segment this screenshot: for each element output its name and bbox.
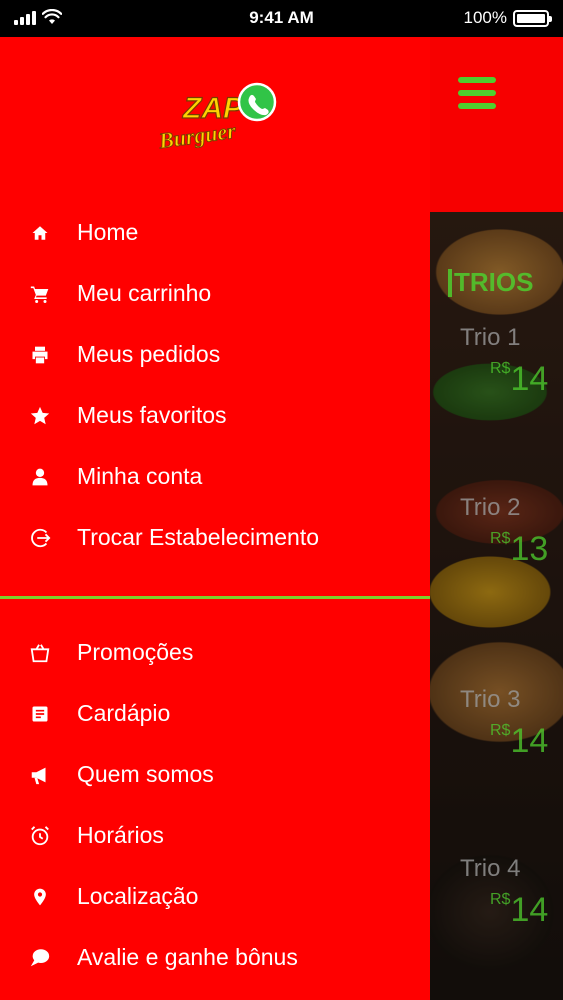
menu-item-label: Trocar Estabelecimento [77, 524, 320, 550]
menu-item-label: Avalie e ganhe bônus [77, 944, 298, 970]
background-app: TRIOS Trio 1 R$14 Trio 2 R$13 Trio 3 R$1… [430, 37, 563, 1000]
menu-item-label: Horários [77, 822, 164, 848]
star-icon [28, 404, 52, 428]
menu-item-label: Localização [77, 883, 199, 909]
product-name: Trio 2 [460, 494, 521, 521]
product-name: Trio 3 [460, 686, 521, 713]
menu-item-about[interactable]: Quem somos [0, 744, 430, 805]
menu-item-label: Cardápio [77, 700, 171, 726]
menu-divider [0, 596, 430, 599]
shopping-bag-icon [28, 641, 52, 665]
menu-item-account[interactable]: Minha conta [0, 446, 430, 507]
menu-item-promotions[interactable]: Promoções [0, 622, 430, 683]
menu-item-home[interactable]: Home [0, 202, 430, 263]
menu-item-label: Home [77, 219, 139, 245]
menu-item-hours[interactable]: Horários [0, 805, 430, 866]
location-pin-icon [28, 885, 52, 909]
menu-item-label: Meus favoritos [77, 402, 227, 428]
product-price: R$14 [490, 891, 549, 929]
burger-photo: TRIOS Trio 1 R$14 Trio 2 R$13 Trio 3 R$1… [430, 212, 563, 1000]
menu-item-change-store[interactable]: Trocar Estabelecimento [0, 507, 430, 568]
megaphone-icon [28, 763, 52, 787]
menu-item-menu[interactable]: Cardápio [0, 683, 430, 744]
menu-item-favorites[interactable]: Meus favoritos [0, 385, 430, 446]
chat-bubble-icon [28, 946, 52, 970]
home-icon [28, 221, 52, 245]
product-price: R$13 [490, 530, 549, 568]
section-title: TRIOS [447, 267, 534, 297]
zap-burguer-logo: ZAP Burguer [156, 82, 277, 152]
hamburger-menu-icon[interactable] [458, 77, 496, 109]
menu-item-review[interactable]: Avalie e ganhe bônus [0, 927, 430, 988]
alarm-clock-icon [28, 824, 52, 848]
product-item[interactable]: Trio 2 R$13 [460, 494, 548, 569]
person-icon [28, 465, 52, 489]
battery-icon [513, 10, 552, 27]
navigation-drawer: ZAP Burguer Home Meu carrinho Meus pedid… [0, 37, 430, 1000]
exit-icon [28, 526, 52, 550]
printer-icon [28, 343, 52, 367]
menu-item-label: Meus pedidos [77, 341, 221, 367]
product-price: R$14 [490, 722, 549, 760]
menu-item-label: Promoções [77, 639, 194, 665]
cart-icon [28, 282, 52, 306]
menu-item-orders[interactable]: Meus pedidos [0, 324, 430, 385]
menu-item-label: Minha conta [77, 463, 203, 489]
product-price: R$14 [490, 360, 549, 398]
product-item[interactable]: Trio 3 R$14 [460, 686, 548, 761]
product-name: Trio 4 [460, 855, 521, 882]
svg-text:Burguer: Burguer [156, 118, 237, 152]
menu-item-location[interactable]: Localização [0, 866, 430, 927]
menu-item-cart[interactable]: Meu carrinho [0, 263, 430, 324]
product-item[interactable]: Trio 4 R$14 [460, 855, 548, 930]
app-header [430, 37, 563, 212]
secondary-menu: Promoções Cardápio Quem somos Horários L… [0, 622, 430, 988]
menu-item-label: Meu carrinho [77, 280, 212, 306]
document-icon [28, 702, 52, 726]
product-item[interactable]: Trio 1 R$14 [460, 324, 548, 399]
primary-menu: Home Meu carrinho Meus pedidos Meus favo… [0, 202, 430, 568]
status-bar: 9:41 AM 100% [0, 0, 563, 37]
product-name: Trio 1 [460, 324, 521, 351]
battery-percentage: 100% [463, 8, 507, 27]
menu-item-label: Quem somos [77, 761, 214, 787]
